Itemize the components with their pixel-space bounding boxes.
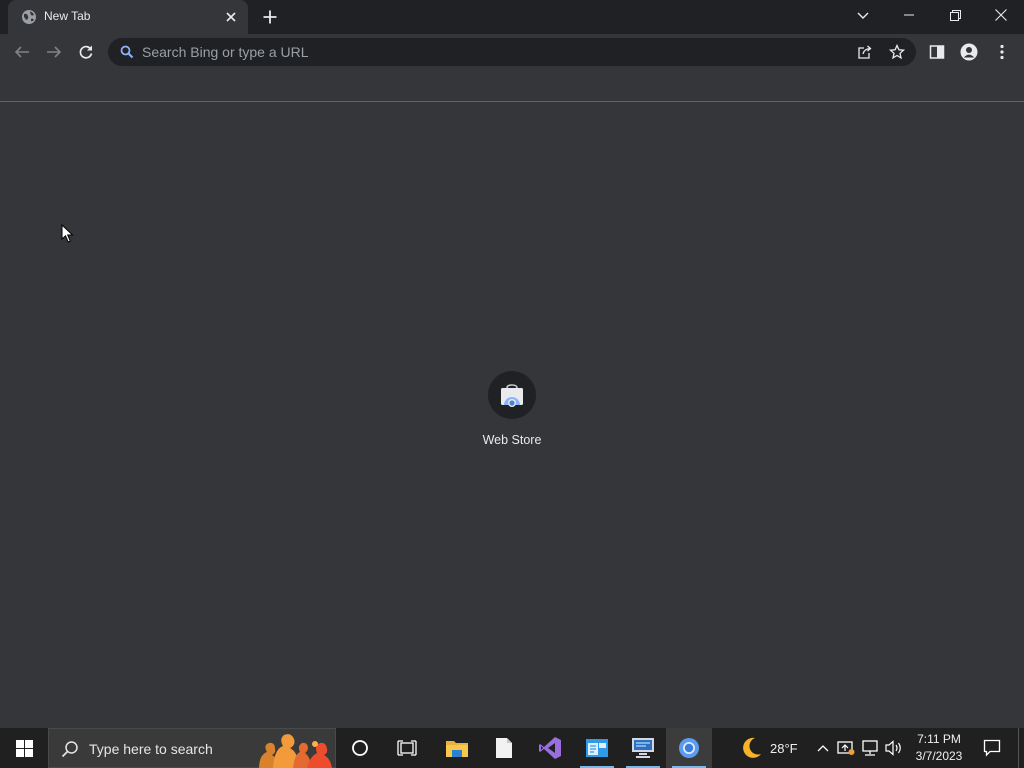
kebab-menu-icon	[1000, 44, 1004, 60]
start-button[interactable]	[0, 728, 48, 768]
shortcut-icon-container	[488, 371, 536, 419]
taskbar-file-explorer[interactable]	[434, 728, 480, 768]
tab-close-button[interactable]	[222, 8, 240, 26]
tab-title: New Tab	[44, 9, 91, 23]
new-tab-button[interactable]	[258, 5, 282, 29]
taskbar-search-placeholder: Type here to search	[89, 741, 213, 757]
taskbar-app-window[interactable]	[574, 728, 620, 768]
search-icon	[61, 741, 78, 758]
tab-search-button[interactable]	[852, 5, 874, 27]
browser-toolbar	[0, 34, 1024, 70]
reload-icon	[79, 45, 93, 59]
visual-studio-icon	[539, 737, 561, 759]
bookmarks-bar	[0, 70, 1024, 102]
taskbar-clock[interactable]: 7:11 PM 3/7/2023	[906, 731, 972, 767]
arrow-right-icon	[47, 46, 62, 58]
arrow-left-icon	[14, 46, 29, 58]
side-panel-button[interactable]	[923, 38, 951, 66]
close-icon	[226, 12, 236, 22]
tray-security-status[interactable]	[836, 738, 856, 758]
app-window-icon	[586, 739, 608, 757]
tray-network-status[interactable]	[860, 738, 880, 758]
chevron-up-icon	[817, 745, 829, 752]
document-icon	[496, 738, 512, 758]
taskbar-remote-desktop[interactable]	[620, 728, 666, 768]
omnibox[interactable]	[108, 38, 916, 66]
new-tab-page: Web Store	[0, 103, 1024, 728]
window-close-button[interactable]	[978, 0, 1024, 30]
moon-icon	[743, 737, 761, 758]
close-icon	[995, 9, 1007, 21]
remote-desktop-icon	[632, 738, 654, 758]
tab-strip: New Tab	[0, 0, 1024, 34]
clock-time: 7:11 PM	[917, 732, 961, 746]
taskbar-notepad[interactable]	[481, 728, 527, 768]
share-icon	[858, 45, 872, 59]
clock-date: 3/7/2023	[915, 749, 963, 763]
chrome-menu-button[interactable]	[988, 38, 1016, 66]
star-icon	[889, 44, 905, 60]
device-status-icon	[837, 741, 855, 755]
omnibox-input[interactable]	[142, 38, 842, 66]
globe-icon	[22, 10, 36, 24]
window-minimize-button[interactable]	[886, 0, 932, 30]
search-highlight-illustration-icon	[259, 734, 332, 768]
shortcut-tile[interactable]: Web Store	[472, 369, 552, 461]
taskbar-visual-studio[interactable]	[527, 728, 573, 768]
chevron-down-icon	[857, 12, 869, 19]
back-button[interactable]	[8, 38, 36, 66]
shortcut-title: Web Store	[482, 433, 542, 447]
restore-icon	[949, 9, 961, 21]
share-button[interactable]	[854, 41, 876, 63]
window-restore-button[interactable]	[932, 0, 978, 30]
web-store-icon	[501, 384, 523, 407]
taskbar-chrome[interactable]	[666, 728, 712, 768]
tab-new-tab[interactable]: New Tab	[8, 0, 248, 34]
speaker-icon	[885, 740, 901, 756]
weather-temperature: 28°F	[770, 740, 798, 756]
show-hidden-icons-button[interactable]	[813, 738, 833, 758]
minimize-icon	[904, 14, 914, 16]
task-view-icon	[397, 740, 417, 756]
taskbar-cortana-button[interactable]	[337, 728, 383, 768]
forward-button[interactable]	[40, 38, 68, 66]
bookmark-star-button[interactable]	[886, 41, 908, 63]
cortana-icon	[352, 740, 368, 756]
folder-icon	[446, 741, 468, 757]
taskbar-task-view-button[interactable]	[384, 728, 430, 768]
notification-icon	[983, 739, 1001, 757]
windows-logo-icon	[15, 739, 33, 757]
search-icon	[120, 45, 134, 59]
avatar-icon	[960, 43, 978, 61]
profile-button[interactable]	[955, 38, 983, 66]
plus-icon	[263, 10, 277, 24]
show-desktop-button[interactable]	[1018, 728, 1024, 768]
chrome-logo-icon	[679, 738, 699, 758]
action-center-button[interactable]	[978, 728, 1006, 768]
mouse-cursor-icon	[61, 224, 74, 243]
tray-volume-control[interactable]	[884, 738, 904, 758]
windows-taskbar: Type here to search 28°F 7:11 PM 3/7/202…	[0, 728, 1024, 768]
side-panel-icon	[929, 45, 945, 59]
taskbar-weather-widget[interactable]: 28°F	[736, 728, 806, 768]
taskbar-search-box[interactable]: Type here to search	[48, 728, 336, 768]
reload-button[interactable]	[72, 38, 100, 66]
network-wired-icon	[862, 740, 878, 756]
